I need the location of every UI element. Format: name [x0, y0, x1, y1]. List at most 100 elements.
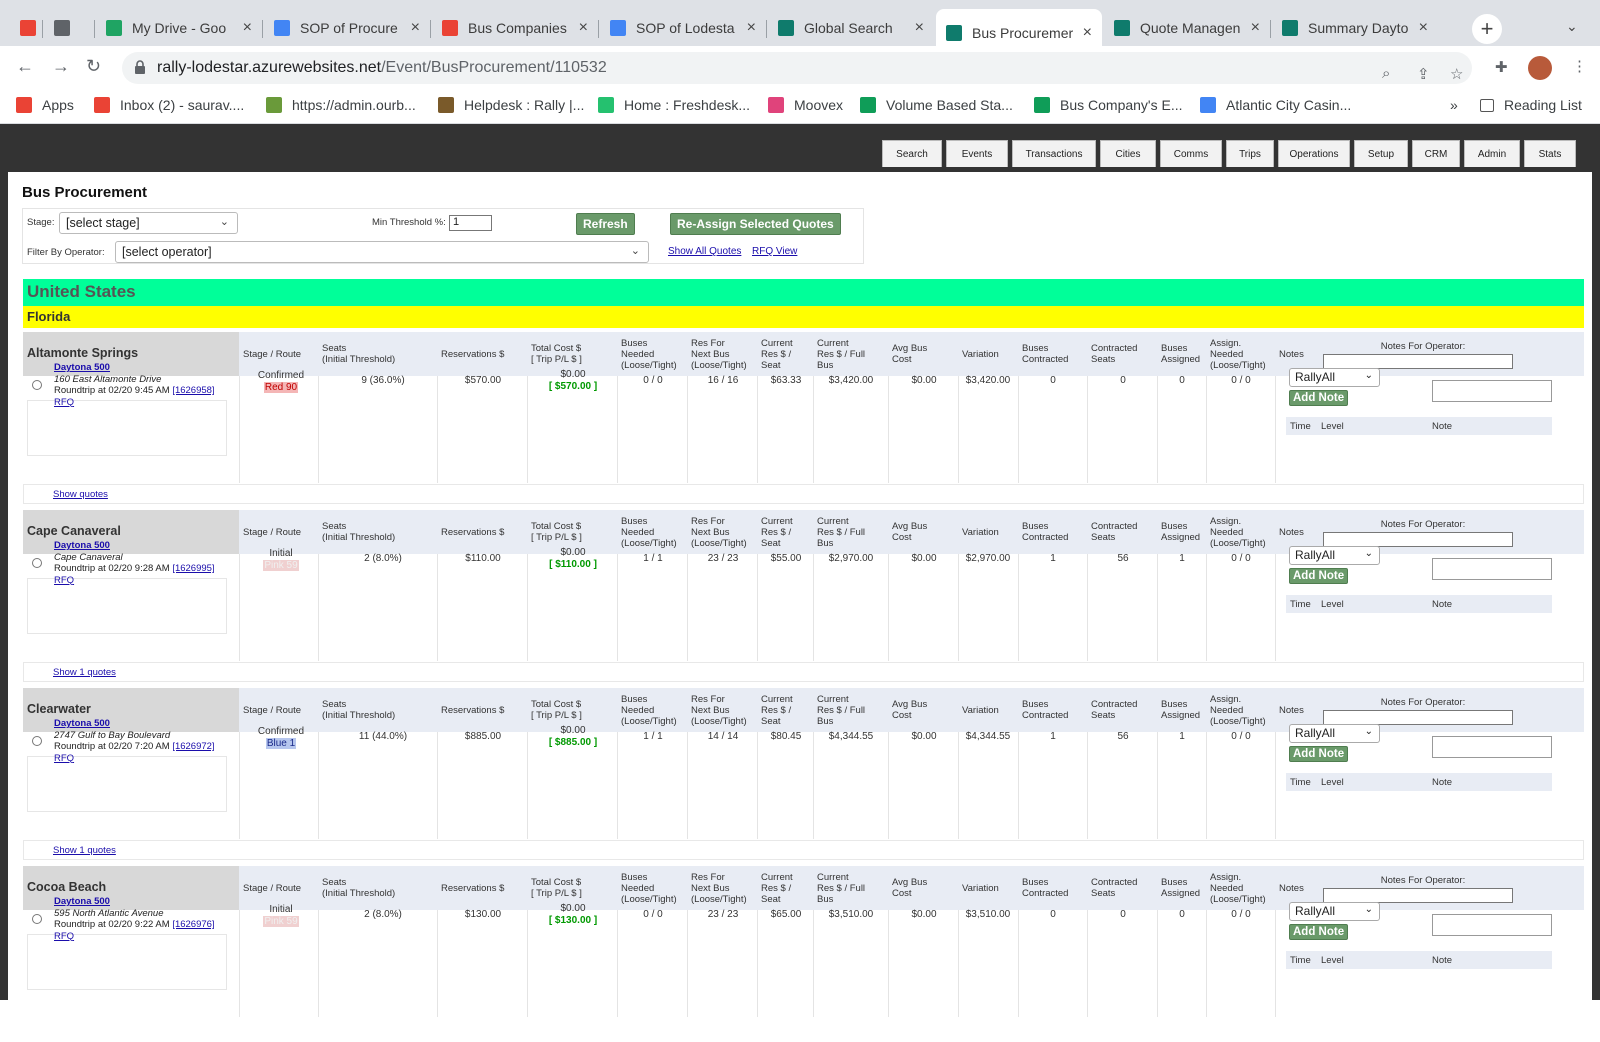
bookmark-item[interactable]: https://admin.ourb... — [266, 97, 416, 113]
event-link[interactable]: Daytona 500 — [54, 718, 110, 729]
bookmark-item[interactable]: Helpdesk : Rally |... — [438, 97, 584, 113]
nav-events[interactable]: Events — [946, 140, 1008, 167]
browser-tab[interactable]: Bus Companies × — [432, 9, 598, 46]
bookmarks-bar: » Reading List Apps Inbox (2) - saurav...… — [0, 90, 1600, 124]
close-icon[interactable]: × — [243, 19, 252, 37]
select-radio[interactable] — [32, 558, 42, 568]
reload-icon[interactable]: ↻ — [86, 56, 101, 77]
notes-for-operator-input[interactable] — [1323, 710, 1513, 725]
browser-tab[interactable]: Summary Dayto × — [1272, 9, 1438, 46]
browser-tab[interactable]: Global Search × — [768, 9, 934, 46]
event-link[interactable]: Daytona 500 — [54, 540, 110, 551]
tab-search-icon[interactable]: ⌄ — [1566, 18, 1578, 35]
rfq-link[interactable]: RFQ — [54, 931, 74, 942]
menu-icon[interactable]: ⋮ — [1572, 57, 1587, 75]
nav-search[interactable]: Search — [882, 140, 942, 167]
column-divider — [1206, 376, 1207, 483]
note-text-input[interactable] — [1432, 380, 1552, 402]
browser-tab[interactable]: Quote Managen × — [1104, 9, 1270, 46]
column-divider — [1157, 554, 1158, 661]
trip-id-link[interactable]: [1626972] — [172, 741, 214, 752]
threshold-input[interactable]: 1 — [449, 215, 492, 231]
close-icon[interactable]: × — [579, 19, 588, 37]
nav-comms[interactable]: Comms — [1160, 140, 1222, 167]
select-radio[interactable] — [32, 380, 42, 390]
column-divider — [1018, 376, 1019, 483]
add-note-button[interactable]: Add Note — [1289, 390, 1349, 406]
reading-list-button[interactable]: Reading List — [1480, 97, 1582, 113]
event-link[interactable]: Daytona 500 — [54, 362, 110, 373]
note-level-select[interactable]: RallyAll ⌄ — [1289, 368, 1380, 387]
extensions-icon[interactable]: ✚ — [1495, 58, 1508, 76]
close-icon[interactable]: × — [411, 19, 420, 37]
note-level-select[interactable]: RallyAll ⌄ — [1289, 546, 1380, 565]
nav-setup[interactable]: Setup — [1354, 140, 1408, 167]
note-text-input[interactable] — [1432, 736, 1552, 758]
nav-transactions[interactable]: Transactions — [1012, 140, 1096, 167]
show-quotes-link[interactable]: Show quotes — [53, 489, 108, 500]
bookmark-item[interactable]: Moovex — [768, 97, 843, 113]
browser-tab[interactable]: SOP of Lodesta × — [600, 9, 766, 46]
back-icon[interactable]: ← — [16, 56, 34, 77]
zoom-icon[interactable]: ⌕ — [1382, 65, 1390, 82]
operator-select[interactable]: [select operator] ⌄ — [115, 241, 649, 263]
refresh-button[interactable]: Refresh — [576, 213, 635, 235]
nav-crm[interactable]: CRM — [1412, 140, 1460, 167]
close-icon[interactable]: × — [747, 19, 756, 37]
bookmark-item[interactable]: Volume Based Sta... — [860, 97, 1013, 113]
select-radio[interactable] — [32, 736, 42, 746]
bookmark-star-icon[interactable]: ☆ — [1450, 65, 1463, 83]
rfq-view-link[interactable]: RFQ View — [752, 246, 797, 257]
address-bar[interactable]: rally-lodestar.azurewebsites.net/Event/B… — [122, 52, 1472, 84]
add-note-button[interactable]: Add Note — [1289, 746, 1349, 762]
rfq-link[interactable]: RFQ — [54, 753, 74, 764]
route-badge: Pink 59 — [263, 559, 299, 571]
add-note-button[interactable]: Add Note — [1289, 924, 1349, 940]
bookmark-item[interactable]: Inbox (2) - saurav.... — [94, 97, 244, 113]
close-icon[interactable]: × — [1251, 19, 1260, 37]
browser-tab[interactable]: My Drive - Goo × — [96, 9, 262, 46]
event-link[interactable]: Daytona 500 — [54, 896, 110, 907]
bookmark-item[interactable]: Home : Freshdesk... — [598, 97, 750, 113]
stage-select[interactable]: [select stage] ⌄ — [59, 212, 238, 234]
forward-icon[interactable]: → — [52, 56, 70, 77]
close-icon[interactable]: × — [1419, 19, 1428, 37]
rfq-link[interactable]: RFQ — [54, 397, 74, 408]
note-text-input[interactable] — [1432, 558, 1552, 580]
bookmark-item[interactable]: Bus Company's E... — [1034, 97, 1183, 113]
more-bookmarks-icon[interactable]: » — [1450, 97, 1458, 113]
trip-id-link[interactable]: [1626995] — [172, 563, 214, 574]
bookmark-label: Atlantic City Casin... — [1226, 97, 1352, 113]
share-icon[interactable]: ⇪ — [1417, 65, 1430, 83]
note-level-select[interactable]: RallyAll ⌄ — [1289, 724, 1380, 743]
notes-for-operator-input[interactable] — [1323, 888, 1513, 903]
bookmark-item[interactable]: Apps — [16, 97, 74, 113]
close-icon[interactable]: × — [1083, 24, 1092, 42]
nav-cities[interactable]: Cities — [1100, 140, 1156, 167]
browser-tab[interactable] — [44, 9, 94, 46]
nav-operations[interactable]: Operations — [1278, 140, 1350, 167]
show-quotes-link[interactable]: Show 1 quotes — [53, 845, 116, 856]
nav-trips[interactable]: Trips — [1226, 140, 1274, 167]
trip-id-link[interactable]: [1626958] — [172, 385, 214, 396]
notes-for-operator-input[interactable] — [1323, 354, 1513, 369]
nav-admin[interactable]: Admin — [1464, 140, 1520, 167]
reassign-button[interactable]: Re-Assign Selected Quotes — [670, 213, 841, 235]
trip-id-link[interactable]: [1626976] — [172, 919, 214, 930]
profile-avatar[interactable] — [1528, 56, 1552, 80]
add-note-button[interactable]: Add Note — [1289, 568, 1349, 584]
show-all-quotes-link[interactable]: Show All Quotes — [668, 246, 741, 257]
browser-tab[interactable]: SOP of Procure × — [264, 9, 430, 46]
note-level-select[interactable]: RallyAll ⌄ — [1289, 902, 1380, 921]
nav-stats[interactable]: Stats — [1524, 140, 1576, 167]
column-divider — [757, 376, 758, 483]
notes-for-operator-input[interactable] — [1323, 532, 1513, 547]
close-icon[interactable]: × — [915, 19, 924, 37]
select-radio[interactable] — [32, 914, 42, 924]
new-tab-button[interactable]: + — [1472, 14, 1502, 44]
rfq-link[interactable]: RFQ — [54, 575, 74, 586]
browser-tab[interactable] — [10, 9, 42, 46]
bookmark-item[interactable]: Atlantic City Casin... — [1200, 97, 1351, 113]
show-quotes-link[interactable]: Show 1 quotes — [53, 667, 116, 678]
note-text-input[interactable] — [1432, 914, 1552, 936]
